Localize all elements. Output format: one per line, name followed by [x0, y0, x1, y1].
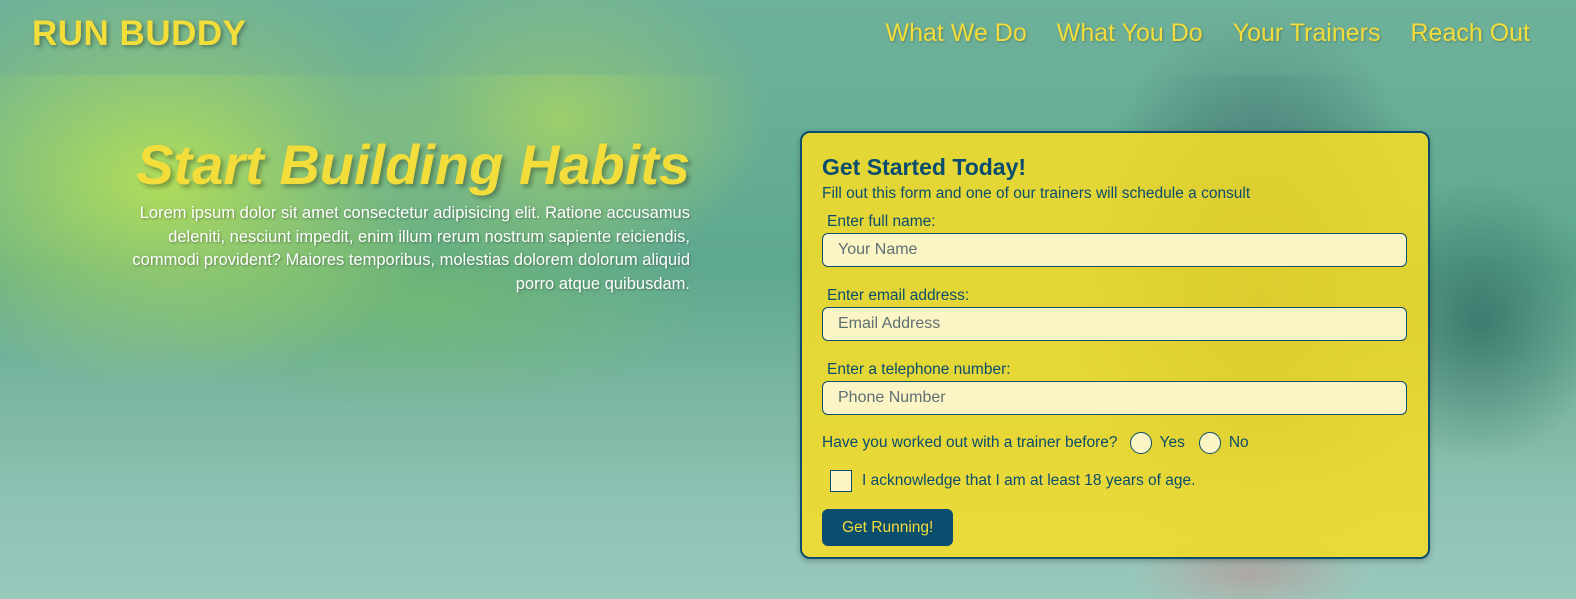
- radio-no-label: No: [1228, 434, 1249, 451]
- hero-title: Start Building Habits: [136, 133, 690, 196]
- email-input[interactable]: [822, 307, 1407, 341]
- signup-form: Get Started Today! Fill out this form an…: [800, 131, 1430, 559]
- radio-yes[interactable]: [1129, 432, 1152, 454]
- nav-link-reach-out[interactable]: Reach Out: [1410, 19, 1530, 48]
- name-input[interactable]: [822, 233, 1407, 267]
- trainer-question-label: Have you worked out with a trainer befor…: [822, 434, 1118, 451]
- page: RUN BUDDY What We Do What You Do Your Tr…: [0, 0, 1576, 599]
- nav-link-your-trainers[interactable]: Your Trainers: [1233, 19, 1381, 48]
- age-ack-checkbox[interactable]: [830, 470, 852, 492]
- form-title: Get Started Today!: [822, 154, 1027, 180]
- hero-body: Lorem ipsum dolor sit amet consectetur a…: [132, 204, 690, 293]
- email-label: Enter email address:: [827, 287, 970, 304]
- hero-section: Start Building Habits Lorem ipsum dolor …: [130, 132, 690, 296]
- nav-link-what-you-do[interactable]: What You Do: [1057, 19, 1203, 48]
- age-ack-label: I acknowledge that I am at least 18 year…: [862, 472, 1196, 489]
- age-ack-row: I acknowledge that I am at least 18 year…: [830, 467, 1408, 495]
- brand-logo[interactable]: RUN BUDDY: [32, 14, 247, 54]
- nav-link-what-we-do[interactable]: What We Do: [886, 19, 1027, 48]
- phone-input[interactable]: [822, 381, 1407, 415]
- submit-button[interactable]: Get Running!: [822, 509, 954, 546]
- radio-yes-label: Yes: [1159, 434, 1185, 451]
- name-label: Enter full name:: [827, 213, 936, 230]
- navbar: RUN BUDDY What We Do What You Do Your Tr…: [0, 0, 1576, 75]
- form-subtitle: Fill out this form and one of our traine…: [822, 185, 1251, 202]
- radio-no[interactable]: [1198, 432, 1221, 454]
- phone-label: Enter a telephone number:: [827, 361, 1011, 378]
- trainer-question-row: Have you worked out with a trainer befor…: [822, 429, 1408, 457]
- main-nav: What We Do What You Do Your Trainers Rea…: [886, 19, 1530, 48]
